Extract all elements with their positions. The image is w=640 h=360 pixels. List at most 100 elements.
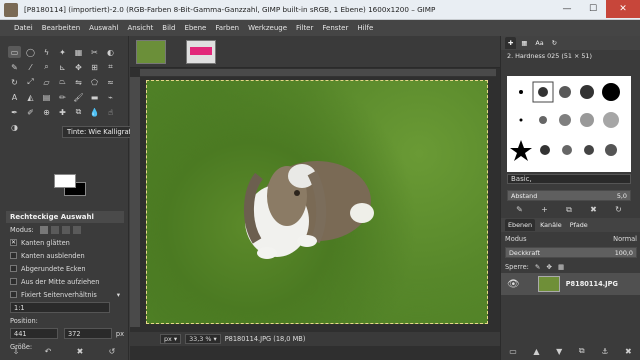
mode-add-icon[interactable] bbox=[50, 225, 59, 234]
scissors-tool-icon[interactable]: ✂ bbox=[88, 46, 101, 58]
pencil-tool-icon[interactable]: ✏ bbox=[56, 91, 69, 103]
magnify-tool-icon[interactable]: ⌕ bbox=[40, 61, 53, 73]
perspective-tool-icon[interactable]: ⏢ bbox=[56, 76, 69, 88]
layer-row[interactable]: 👁 P8180114.JPG bbox=[501, 273, 640, 295]
heal-tool-icon[interactable]: ✚ bbox=[56, 106, 69, 118]
history-tab-icon[interactable]: ↻ bbox=[549, 37, 560, 49]
save-options-icon[interactable]: ⇩ bbox=[13, 347, 20, 356]
menu-farben[interactable]: Farben bbox=[215, 24, 239, 32]
patterns-tab-icon[interactable]: ▦ bbox=[518, 37, 530, 49]
delete-options-icon[interactable]: ✖ bbox=[77, 347, 84, 356]
shear-tool-icon[interactable]: ▱ bbox=[40, 76, 53, 88]
option-feather[interactable]: Kanten ausblenden bbox=[6, 249, 124, 262]
foreground-select-tool-icon[interactable]: ◐ bbox=[104, 46, 117, 58]
clone-tool-icon[interactable]: ⊕ bbox=[40, 106, 53, 118]
lock-pixels-icon[interactable]: ✎ bbox=[535, 263, 541, 271]
brush-preset-field[interactable]: Basic, bbox=[507, 174, 631, 184]
cage-tool-icon[interactable]: ⬠ bbox=[88, 76, 101, 88]
ellipse-select-tool-icon[interactable]: ◯ bbox=[24, 46, 37, 58]
ink-tool-icon[interactable]: ✒ bbox=[8, 106, 21, 118]
mode-intersect-icon[interactable] bbox=[72, 225, 81, 234]
tab-layers[interactable]: Ebenen bbox=[505, 219, 536, 231]
menu-bild[interactable]: Bild bbox=[162, 24, 175, 32]
reset-options-icon[interactable]: ↺ bbox=[109, 347, 116, 356]
menu-hilfe[interactable]: Hilfe bbox=[357, 24, 373, 32]
layer-mode-select[interactable]: Normal bbox=[613, 235, 637, 243]
ratio-field[interactable]: 1:1 bbox=[10, 302, 110, 313]
antialias-checkbox[interactable] bbox=[10, 239, 17, 246]
image-canvas[interactable] bbox=[146, 80, 488, 324]
delete-brush-icon[interactable]: ✖ bbox=[590, 205, 597, 215]
rounded-checkbox[interactable] bbox=[10, 265, 17, 272]
center-checkbox[interactable] bbox=[10, 278, 17, 285]
paintbrush-tool-icon[interactable]: 🖌 bbox=[72, 91, 85, 103]
delete-layer-icon[interactable]: ✖ bbox=[625, 347, 632, 356]
airbrush-tool-icon[interactable]: ⌁ bbox=[104, 91, 117, 103]
tab-channels[interactable]: Kanäle bbox=[537, 219, 565, 231]
menu-filter[interactable]: Filter bbox=[296, 24, 313, 32]
fixed-checkbox[interactable] bbox=[10, 291, 17, 298]
free-select-tool-icon[interactable]: ϟ bbox=[40, 46, 53, 58]
color-select-tool-icon[interactable]: ▦ bbox=[72, 46, 85, 58]
refresh-brush-icon[interactable]: ↻ bbox=[615, 205, 622, 215]
restore-options-icon[interactable]: ↶ bbox=[45, 347, 52, 356]
option-antialias[interactable]: Kanten glätten bbox=[6, 236, 124, 249]
option-rounded[interactable]: Abgerundete Ecken bbox=[6, 262, 124, 275]
mode-subtract-icon[interactable] bbox=[61, 225, 70, 234]
flip-tool-icon[interactable]: ⇋ bbox=[72, 76, 85, 88]
raise-layer-icon[interactable]: ▲ bbox=[533, 347, 539, 356]
foreground-color-swatch[interactable] bbox=[54, 174, 76, 188]
menu-fenster[interactable]: Fenster bbox=[322, 24, 348, 32]
anchor-layer-icon[interactable]: ⚓ bbox=[601, 347, 608, 356]
lock-alpha-icon[interactable]: ▦ bbox=[558, 263, 564, 271]
brush-grid[interactable] bbox=[507, 76, 631, 172]
menu-auswahl[interactable]: Auswahl bbox=[89, 24, 118, 32]
tab-paths[interactable]: Pfade bbox=[567, 219, 591, 231]
menu-datei[interactable]: Datei bbox=[14, 24, 33, 32]
blur-tool-icon[interactable]: 💧 bbox=[88, 106, 101, 118]
new-brush-icon[interactable]: + bbox=[541, 205, 548, 215]
duplicate-brush-icon[interactable]: ⧉ bbox=[566, 205, 572, 215]
minimize-button[interactable]: — bbox=[554, 0, 580, 18]
zoom-select[interactable]: 33,3 % ▾ bbox=[185, 334, 221, 344]
maximize-button[interactable]: ☐ bbox=[580, 0, 606, 18]
image-thumbnail-2[interactable] bbox=[186, 40, 216, 64]
eraser-tool-icon[interactable]: ▬ bbox=[88, 91, 101, 103]
brushes-tab-icon[interactable]: ✚ bbox=[505, 37, 517, 49]
fixed-dropdown-icon[interactable]: ▾ bbox=[117, 291, 120, 299]
menu-bearbeiten[interactable]: Bearbeiten bbox=[42, 24, 80, 32]
menu-werkzeuge[interactable]: Werkzeuge bbox=[248, 24, 287, 32]
fuzzy-select-tool-icon[interactable]: ✦ bbox=[56, 46, 69, 58]
crop-tool-icon[interactable]: ⌗ bbox=[104, 61, 117, 73]
close-button[interactable]: ✕ bbox=[606, 0, 640, 18]
pos-x-field[interactable]: 441 bbox=[10, 328, 58, 339]
new-layer-icon[interactable]: ▭ bbox=[509, 347, 517, 356]
fonts-tab-icon[interactable]: Aa bbox=[532, 37, 546, 49]
text-tool-icon[interactable]: A bbox=[8, 91, 21, 103]
horizontal-ruler[interactable] bbox=[140, 69, 496, 77]
rect-select-tool-icon[interactable]: ▭ bbox=[8, 46, 21, 58]
align-tool-icon[interactable]: ⊞ bbox=[88, 61, 101, 73]
mode-replace-icon[interactable] bbox=[39, 225, 48, 234]
bucket-fill-tool-icon[interactable]: ◭ bbox=[24, 91, 37, 103]
lower-layer-icon[interactable]: ▼ bbox=[556, 347, 562, 356]
move-tool-icon[interactable]: ✥ bbox=[72, 61, 85, 73]
rotate-tool-icon[interactable]: ↻ bbox=[8, 76, 21, 88]
dodge-burn-tool-icon[interactable]: ◑ bbox=[8, 121, 21, 133]
color-swatches[interactable] bbox=[52, 174, 92, 198]
abstand-slider[interactable]: Abstand 5,0 bbox=[507, 190, 631, 201]
menu-ebene[interactable]: Ebene bbox=[184, 24, 206, 32]
unit-select[interactable]: px ▾ bbox=[160, 334, 182, 344]
scale-tool-icon[interactable]: ⤢ bbox=[24, 76, 37, 88]
lock-position-icon[interactable]: ✥ bbox=[546, 263, 552, 271]
feather-checkbox[interactable] bbox=[10, 252, 17, 259]
pos-y-field[interactable]: 372 bbox=[63, 328, 112, 339]
paths-tool-icon[interactable]: ✎ bbox=[8, 61, 21, 73]
option-fixed[interactable]: Fixiert Seitenverhältnis ▾ bbox=[6, 288, 124, 301]
position-unit[interactable]: px bbox=[116, 330, 124, 338]
smudge-tool-icon[interactable]: ☝ bbox=[104, 106, 117, 118]
blend-tool-icon[interactable]: ▤ bbox=[40, 91, 53, 103]
warp-tool-icon[interactable]: ≈ bbox=[104, 76, 117, 88]
opacity-slider[interactable]: Deckkraft 100,0 bbox=[505, 247, 637, 258]
visibility-eye-icon[interactable]: 👁 bbox=[507, 279, 520, 290]
